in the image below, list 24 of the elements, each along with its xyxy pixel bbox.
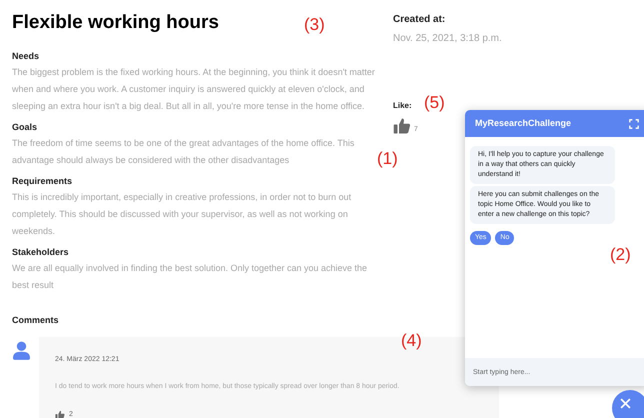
thumbs-up-icon[interactable] [393, 117, 411, 135]
section-text: We are all equally involved in finding the best solution. Only together can you achieve the best result [12, 262, 368, 292]
annotation-label: (5) [424, 92, 445, 114]
challenge-title: Flexible working hours [12, 11, 219, 35]
section-heading: Goals [12, 121, 38, 134]
close-icon [620, 398, 631, 409]
thumbs-up-icon[interactable] [55, 410, 65, 418]
like-label: Like: [393, 100, 412, 112]
annotation-label: (4) [401, 330, 422, 352]
user-avatar-icon [13, 340, 30, 360]
annotation-label: (1) [377, 148, 398, 170]
created-label: Created at: [393, 13, 446, 27]
section-text: The freedom of time seems to be one of the great advantages of the home office. This advantage should always be considered with the other disadvantages [12, 137, 356, 167]
section-text: The biggest problem is the fixed working hours. At the beginning, you think it doesn't matter when and where you work. A customer inquiry is answered quickly at eleven o'clock, and sleeping an extra hour isn't a big deal. But all in all, you're more tense in the home office. [12, 66, 375, 113]
created-date: Nov. 25, 2021, 3:18 p.m. [393, 32, 502, 46]
annotation-label: (2) [610, 244, 631, 266]
fullscreen-icon[interactable] [629, 118, 639, 128]
section-heading: Needs [12, 50, 40, 63]
comments-heading: Comments [12, 314, 60, 327]
chat-title: MyResearchChallenge [475, 116, 572, 130]
section-text: This is incredibly important, especially in creative professions, in order not to burn out completely. This should be discussed with your supervisor, as well as not working on weekends. [12, 191, 352, 238]
section-heading: Requirements [12, 175, 74, 188]
section-heading: Stakeholders [12, 246, 70, 259]
annotation-label: (3) [304, 14, 325, 36]
